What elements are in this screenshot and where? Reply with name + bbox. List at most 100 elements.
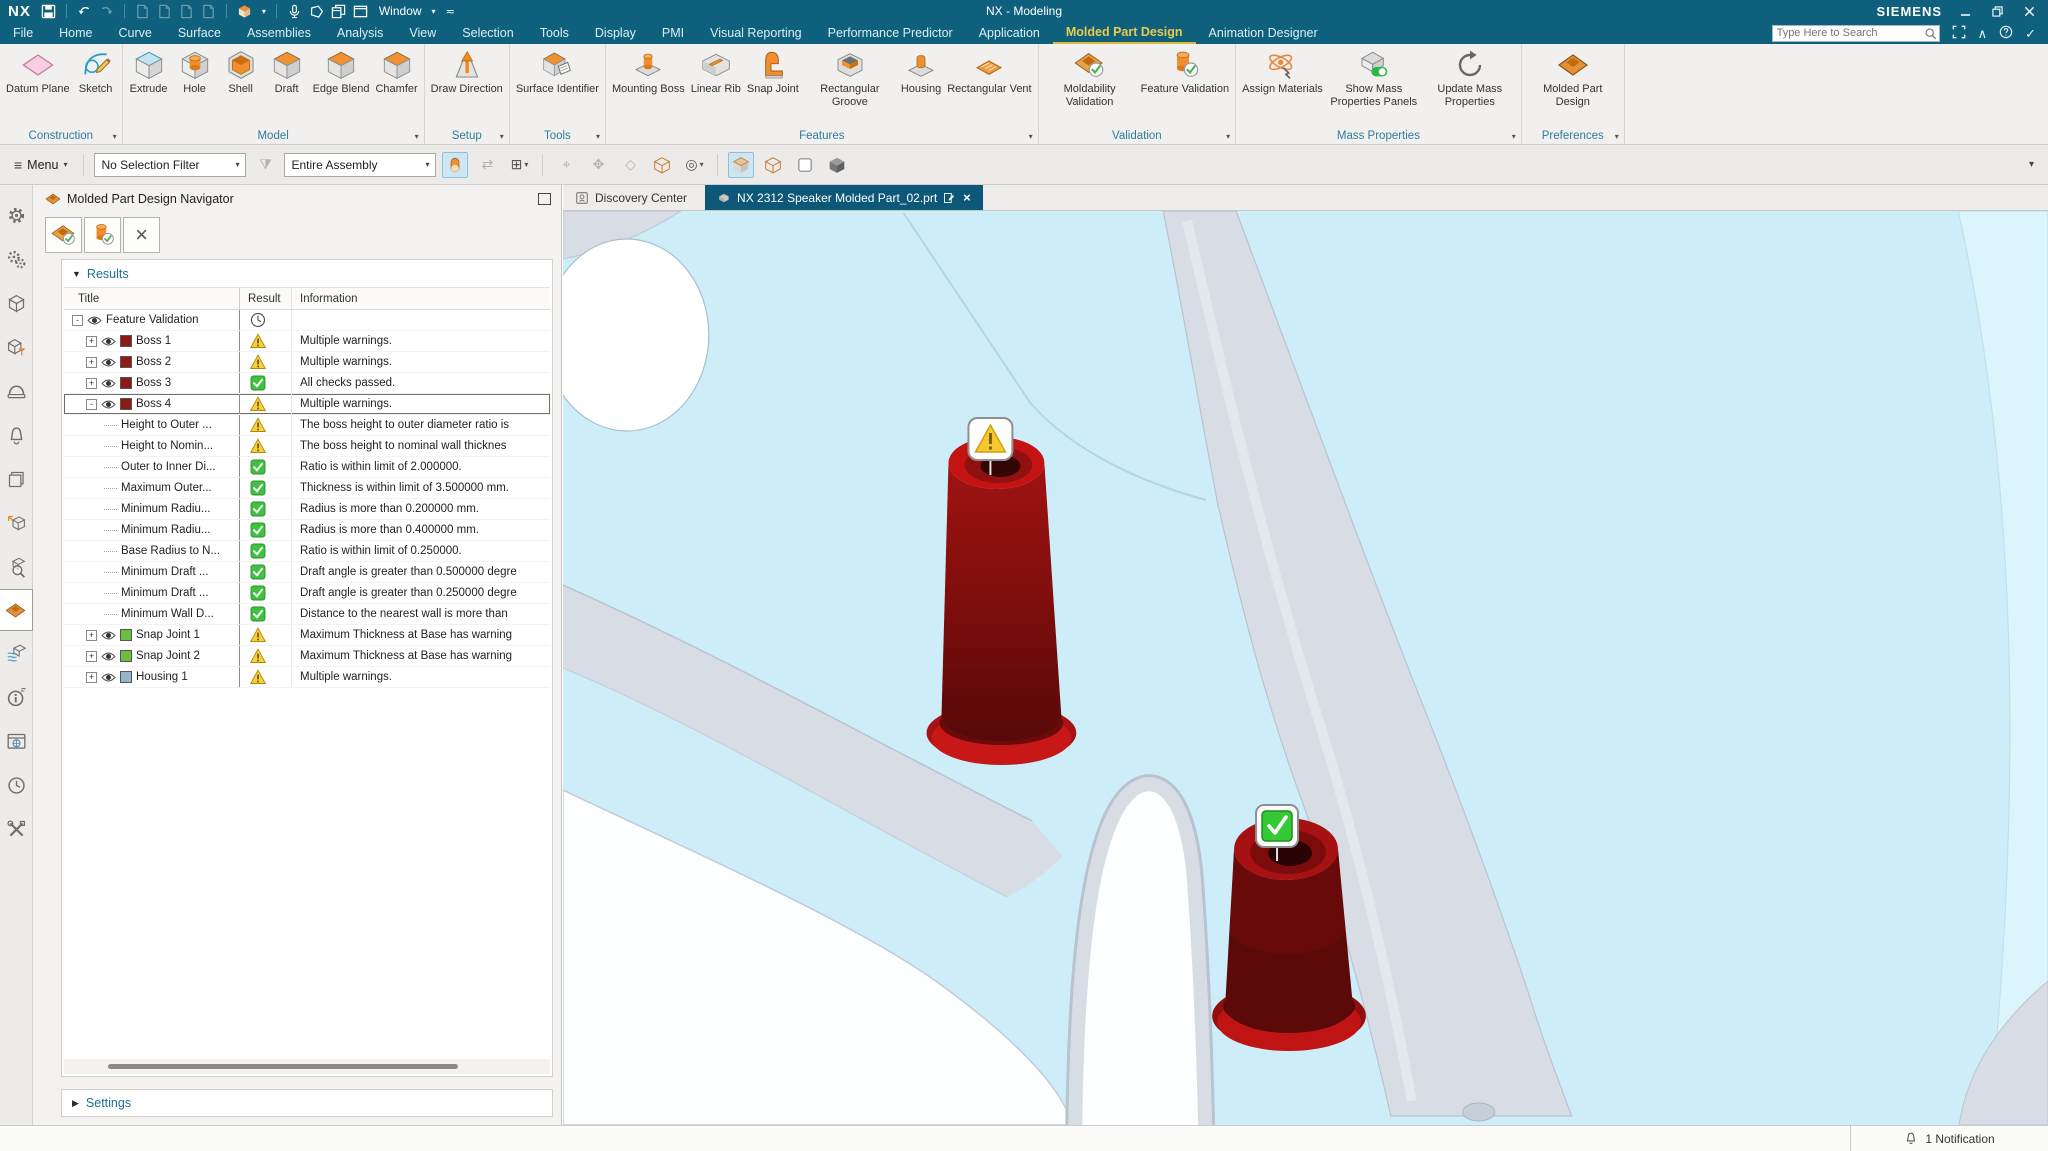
ribbon-button[interactable]: Mounting Boss [609,47,688,98]
capture-icon[interactable] [201,4,216,19]
ribbon-button[interactable]: Chamfer [372,47,420,98]
ribbon-tab[interactable]: File [0,22,46,44]
settings-section[interactable]: ▶ Settings [61,1089,553,1117]
highlight-capsule-icon[interactable] [442,152,468,178]
ribbon-button[interactable]: Show Mass Properties Panels [1326,47,1422,110]
ribbon-button[interactable]: Extrude [126,47,172,98]
sidebar-item-preferences[interactable] [0,237,33,281]
eye-icon[interactable] [101,357,116,368]
row-title[interactable]: Housing 1 [136,671,188,683]
ribbon-button[interactable]: Edge Blend [310,47,373,98]
plane-target-icon[interactable]: ◎▾ [681,152,707,178]
blank-view-icon[interactable] [792,152,818,178]
expander[interactable]: + [86,672,97,683]
row-title[interactable]: Feature Validation [106,314,198,326]
ribbon-group-dropdown-arrow[interactable]: ▾ [1226,132,1230,141]
ribbon-button[interactable]: Shell [218,47,264,98]
minimize-ribbon-icon[interactable]: ∧ [1978,27,1988,40]
moldability-validation-button[interactable] [45,217,82,253]
paste-icon[interactable] [179,4,194,19]
row-title[interactable]: Boss 2 [136,356,171,368]
eye-icon[interactable] [101,336,116,347]
table-row[interactable]: + Snap Joint 1 Maximum Thickness at Base… [64,625,550,646]
row-title[interactable]: Height to Outer ... [121,419,212,431]
table-row[interactable]: Height to Nomin... The boss height to no… [64,436,550,457]
filter-icon[interactable]: ⧩ [252,152,278,178]
table-row[interactable]: + Housing 1 Multiple warnings. [64,667,550,688]
toolbar-overflow-arrow[interactable]: ▾ [2029,159,2040,170]
search-input[interactable] [1773,27,1924,39]
ribbon-group-dropdown-arrow[interactable]: ▾ [113,132,117,141]
delete-validation-button[interactable]: × [123,217,160,253]
ribbon-tab[interactable]: Curve [106,22,165,44]
snap-mid-icon[interactable]: ✥ [585,152,611,178]
small-hole[interactable] [1463,1103,1495,1121]
table-row[interactable]: - Feature Validation [64,310,550,331]
ok-check-icon[interactable]: ✓ [2025,27,2036,40]
minimize-button[interactable] [1956,3,1974,19]
ribbon-button[interactable]: Update Mass Properties [1422,47,1518,110]
column-information[interactable]: Information [292,293,550,305]
table-row[interactable]: + Boss 3 All checks passed. [64,373,550,394]
row-title[interactable]: Snap Joint 2 [136,650,200,662]
sidebar-item-history[interactable] [0,763,33,807]
row-title[interactable]: Maximum Outer... [121,482,212,494]
row-title[interactable]: Boss 1 [136,335,171,347]
ribbon-group-dropdown-arrow[interactable]: ▾ [596,132,600,141]
ribbon-button[interactable]: Moldability Validation [1042,47,1138,110]
expander[interactable]: + [86,378,97,389]
ribbon-tab[interactable]: Performance Predictor [815,22,966,44]
ribbon-tab[interactable]: Visual Reporting [697,22,815,44]
sidebar-item-search-part[interactable] [0,545,33,589]
sidebar-item-filter[interactable] [0,325,33,369]
row-title[interactable]: Minimum Draft ... [121,566,209,578]
table-row[interactable]: Minimum Draft ... Draft angle is greater… [64,562,550,583]
table-row[interactable]: Minimum Radiu... Radius is more than 0.2… [64,499,550,520]
ribbon-group-dropdown-arrow[interactable]: ▾ [1029,132,1033,141]
ribbon-group-dropdown-arrow[interactable]: ▾ [415,132,419,141]
horizontal-scrollbar[interactable] [64,1059,550,1074]
table-row[interactable]: Height to Outer ... The boss height to o… [64,415,550,436]
customize-qat-icon[interactable]: ≂ [446,5,455,18]
ribbon-button[interactable]: Datum Plane [3,47,73,98]
scrollbar-thumb[interactable] [108,1064,458,1069]
selection-list-icon[interactable]: ⊞▾ [506,152,532,178]
ribbon-button[interactable]: Housing [898,47,944,98]
sidebar-item-settings[interactable] [0,193,33,237]
row-title[interactable]: Base Radius to N... [121,545,220,557]
cube-target-icon[interactable] [649,152,675,178]
window-switch-icon[interactable] [331,4,346,19]
help-icon[interactable] [1999,25,2013,41]
copy-icon[interactable] [157,4,172,19]
table-row[interactable]: + Boss 1 Multiple warnings. [64,331,550,352]
sidebar-item-clamp[interactable] [0,369,33,413]
ribbon-tab[interactable]: Analysis [324,22,397,44]
sidebar-item-info[interactable] [0,675,33,719]
snap-quadrant-icon[interactable]: ◇ [617,152,643,178]
sidebar-item-flow[interactable] [0,631,33,675]
part-tab[interactable]: NX 2312 Speaker Molded Part_02.prt × [705,185,983,210]
ribbon-button[interactable]: Draw Direction [428,47,506,98]
ribbon-button[interactable]: Molded Part Design [1525,47,1621,110]
3d-scene[interactable] [563,211,2048,1125]
row-title[interactable]: Boss 3 [136,377,171,389]
undo-icon[interactable] [77,4,92,19]
results-header[interactable]: ▼ Results [62,260,552,287]
command-search[interactable] [1772,25,1940,42]
ribbon-button[interactable]: Snap Joint [744,47,802,98]
eye-icon[interactable] [101,630,116,641]
row-title[interactable]: Minimum Radiu... [121,503,210,515]
ribbon-tab[interactable]: Selection [449,22,526,44]
eye-icon[interactable] [101,672,116,683]
row-title[interactable]: Boss 4 [136,398,171,410]
sidebar-item-layers[interactable] [0,457,33,501]
search-icon[interactable] [1924,27,1937,40]
sidebar-item-notifications[interactable] [0,413,33,457]
column-result[interactable]: Result [240,288,292,309]
table-row[interactable]: Minimum Draft ... Draft angle is greater… [64,583,550,604]
boss-validation-button[interactable] [84,217,121,253]
row-title[interactable]: Height to Nomin... [121,440,213,452]
cut-icon[interactable] [135,4,150,19]
table-row[interactable]: Outer to Inner Di... Ratio is within lim… [64,457,550,478]
navigator-maximize-button[interactable] [538,193,551,205]
